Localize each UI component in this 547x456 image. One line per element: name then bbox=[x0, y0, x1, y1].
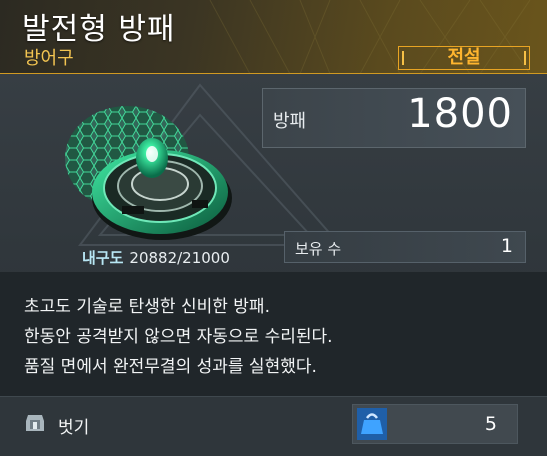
item-header: 발전형 방패 방어구 전설 bbox=[0, 0, 547, 74]
weight-box: 5 bbox=[352, 404, 518, 444]
unequip-button[interactable]: 벗기 bbox=[58, 413, 89, 438]
stat-value: 1800 bbox=[407, 91, 513, 137]
item-grade-badge: 전설 bbox=[398, 46, 530, 70]
item-category: 방어구 bbox=[24, 48, 74, 69]
header-divider bbox=[0, 73, 547, 74]
owned-count-panel: 보유 수 1 bbox=[284, 231, 526, 263]
owned-count-label: 보유 수 bbox=[295, 240, 342, 258]
weight-value: 5 bbox=[484, 413, 497, 435]
hex-shield-art bbox=[65, 106, 232, 240]
description-line: 품질 면에서 완전무결의 성과를 실현했다. bbox=[24, 357, 317, 377]
description-line: 한동안 공격받지 않으면 자동으로 수리된다. bbox=[24, 327, 333, 347]
stat-panel: 방패 1800 bbox=[262, 88, 526, 148]
item-description: 초고도 기술로 탄생한 신비한 방패. 한동안 공격받지 않으면 자동으로 수리… bbox=[0, 272, 547, 396]
owned-count-value: 1 bbox=[500, 235, 513, 257]
weight-bag-icon bbox=[357, 408, 387, 440]
item-footer: 벗기 5 bbox=[0, 396, 547, 456]
item-detail-card: 발전형 방패 방어구 전설 내구도 20882/21000 방패 1800 보유… bbox=[0, 0, 547, 456]
durability-value: 20882/21000 bbox=[129, 249, 230, 267]
unequip-armor-icon[interactable] bbox=[24, 413, 46, 437]
description-line: 초고도 기술로 탄생한 신비한 방패. bbox=[24, 297, 270, 317]
stat-label: 방패 bbox=[273, 111, 307, 132]
durability-readout: 내구도 20882/21000 bbox=[82, 247, 230, 268]
durability-label: 내구도 bbox=[82, 249, 124, 267]
item-name: 발전형 방패 bbox=[22, 12, 176, 47]
